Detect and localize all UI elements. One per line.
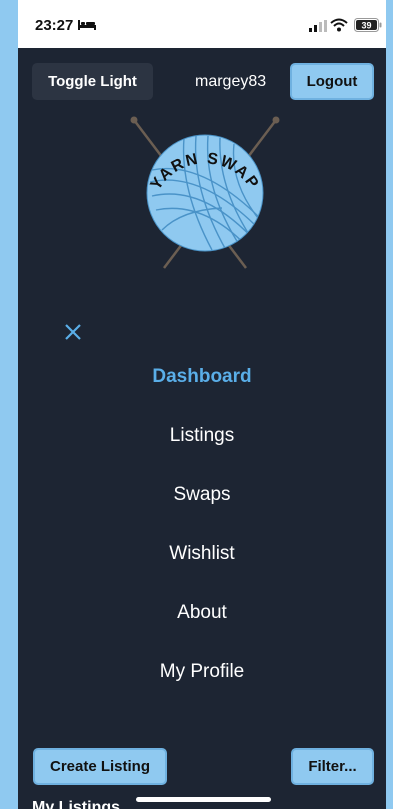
my-listings-heading: My Listings	[32, 799, 121, 809]
yarn-swap-logo: YARN SWAP	[130, 116, 280, 269]
cellular-signal-icon	[309, 20, 327, 32]
toggle-light-button[interactable]: Toggle Light	[32, 63, 153, 100]
nav-item-about[interactable]: About	[18, 602, 386, 624]
nav-item-dashboard[interactable]: Dashboard	[18, 366, 386, 388]
create-listing-button[interactable]: Create Listing	[33, 748, 167, 785]
status-bar: 23:27 39	[18, 0, 386, 48]
nav-item-listings[interactable]: Listings	[18, 425, 386, 447]
status-time: 23:27	[35, 17, 74, 34]
bed-icon	[78, 20, 96, 30]
app-screen: 23:27 39 Toggle Light margey83 Logout YA…	[18, 0, 386, 809]
username-label: margey83	[195, 73, 267, 90]
nav-item-my-profile[interactable]: My Profile	[18, 661, 386, 683]
nav-item-swaps[interactable]: Swaps	[18, 484, 386, 506]
home-indicator[interactable]	[136, 797, 271, 802]
filter-button[interactable]: Filter...	[291, 748, 374, 785]
wifi-icon	[330, 18, 348, 32]
nav-item-wishlist[interactable]: Wishlist	[18, 543, 386, 565]
logout-button[interactable]: Logout	[290, 63, 374, 100]
battery-icon: 39	[354, 18, 382, 32]
battery-level: 39	[361, 21, 371, 31]
close-icon[interactable]	[63, 322, 83, 342]
